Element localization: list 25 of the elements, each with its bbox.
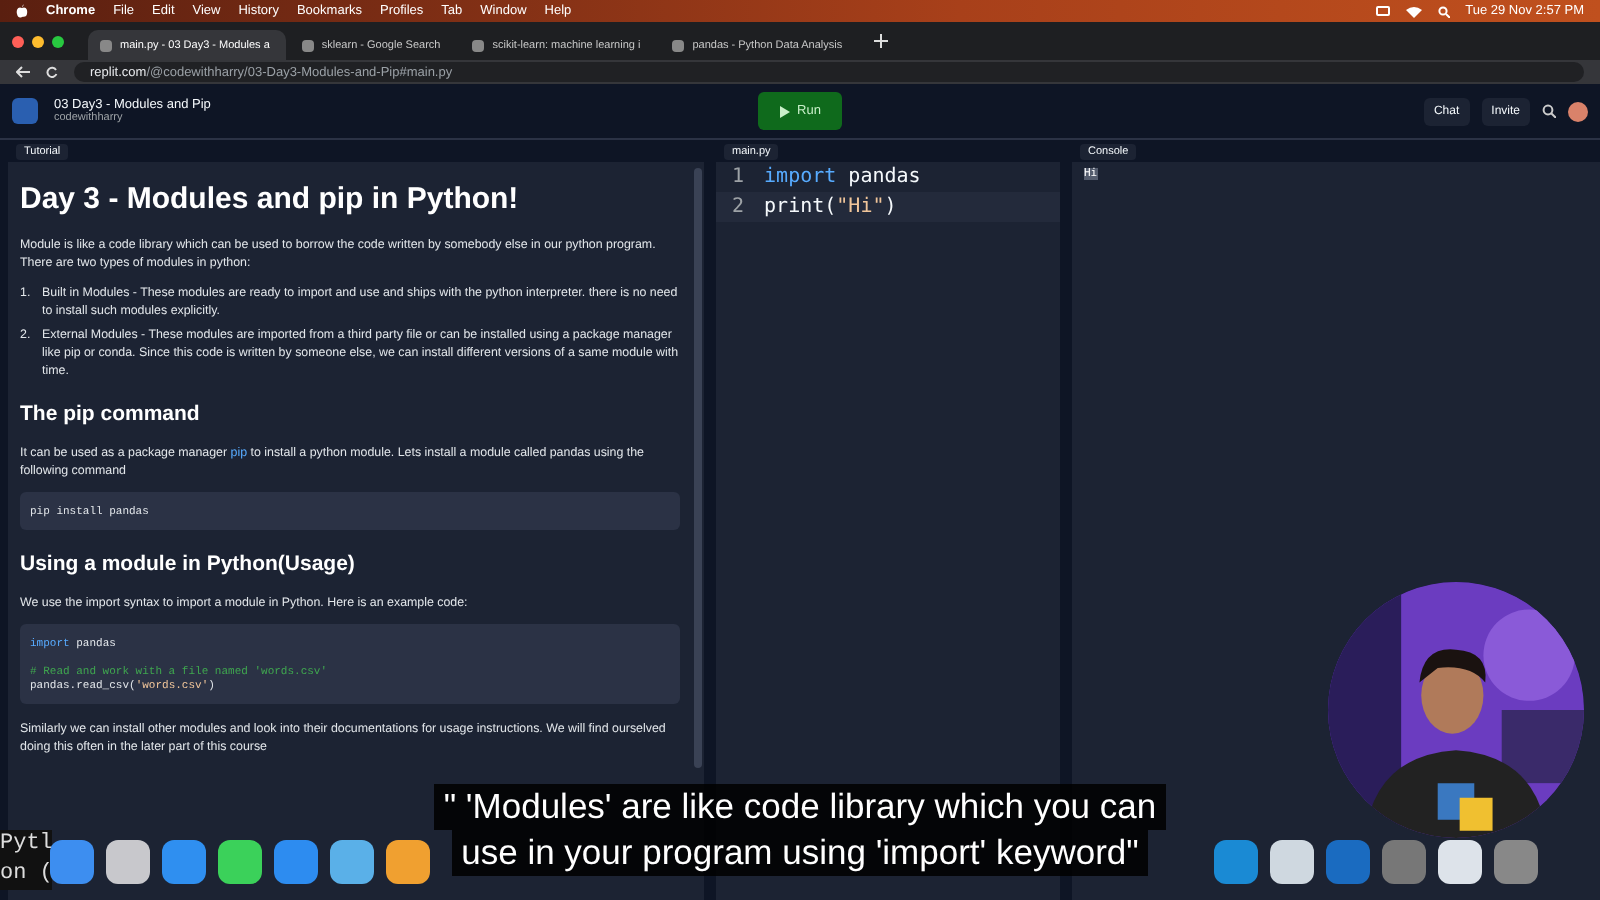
search-icon[interactable] xyxy=(1542,104,1556,118)
dock-app-icon[interactable] xyxy=(1438,840,1482,884)
avatar[interactable] xyxy=(1568,101,1588,121)
apple-icon[interactable] xyxy=(16,4,28,18)
dock-app-icon[interactable] xyxy=(106,840,150,884)
back-icon[interactable] xyxy=(16,66,30,78)
terminal-line: on ( xyxy=(0,860,53,890)
tutorial-heading: Day 3 - Modules and pip in Python! xyxy=(20,182,521,218)
dock-app-icon[interactable] xyxy=(386,840,430,884)
dock-app-icon[interactable] xyxy=(218,840,262,884)
line-number: 2 xyxy=(732,194,745,222)
dock-app-icon[interactable] xyxy=(330,840,374,884)
repl-logo-icon[interactable] xyxy=(12,98,38,124)
terminal-line: Pytl xyxy=(0,830,53,860)
line-number: 1 xyxy=(732,164,745,192)
section-heading: Using a module in Python(Usage) xyxy=(20,552,357,578)
battery-icon[interactable] xyxy=(1375,6,1390,16)
code-line[interactable]: import pandas xyxy=(764,162,921,192)
new-tab-icon[interactable] xyxy=(874,34,889,48)
reload-icon[interactable] xyxy=(46,66,58,78)
section-heading: The pip command xyxy=(20,402,202,428)
dock-app-icon[interactable] xyxy=(1270,840,1314,884)
code-line[interactable]: print("Hi") xyxy=(764,192,897,222)
wifi-icon[interactable] xyxy=(1405,5,1422,17)
play-icon xyxy=(779,105,790,117)
